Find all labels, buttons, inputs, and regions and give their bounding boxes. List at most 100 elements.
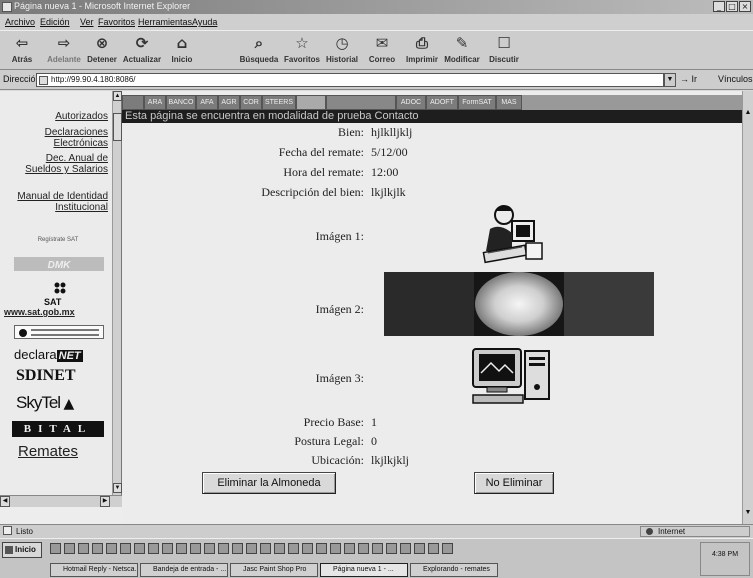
sidebar-scroll-thumb[interactable] [113,113,122,141]
search-button[interactable]: ⌕ Búsqueda [234,33,284,69]
quicklaunch-icon[interactable] [50,543,61,554]
menu-edicion[interactable]: Edición [40,17,70,27]
quicklaunch-icon[interactable] [260,543,271,554]
go-button[interactable]: → Ir [680,74,697,84]
quicklaunch-icon[interactable] [162,543,173,554]
skytel-logo[interactable]: SkyTel ▲ [16,393,74,413]
sidebar-vertical-scrollbar[interactable]: ▲ ▼ [112,91,122,507]
quicklaunch-icon[interactable] [442,543,453,554]
nav-tab[interactable]: FormSAT [458,95,496,110]
nav-tab[interactable] [296,95,326,110]
nav-tab[interactable]: AFA [196,95,218,110]
forward-button[interactable]: ⇨ Adelante [44,33,84,69]
sidebar-link-declaraciones[interactable]: Declaraciones Electrónicas [8,127,108,149]
close-button[interactable]: × [739,1,751,12]
quicklaunch-icon[interactable] [120,543,131,554]
quicklaunch-icon[interactable] [344,543,355,554]
menu-herramientas[interactable]: Herramientas [138,17,192,27]
minimize-button[interactable]: _ [713,1,725,12]
nav-tab[interactable]: ADOC [396,95,426,110]
maximize-button[interactable]: □ [726,1,738,12]
quicklaunch-icon[interactable] [386,543,397,554]
quicklaunch-icon[interactable] [302,543,313,554]
nav-tab[interactable]: ADOFT [426,95,458,110]
discuss-button[interactable]: ☐ Discutir [484,33,524,69]
sidebar-horizontal-scrollbar[interactable]: ◀ ▶ [0,495,122,507]
quicklaunch-icon[interactable] [78,543,89,554]
quicklaunch-icon[interactable] [204,543,215,554]
menu-archivo[interactable]: Archivo [5,17,35,27]
quicklaunch-icon[interactable] [92,543,103,554]
quicklaunch-icon[interactable] [316,543,327,554]
main-vertical-scrollbar[interactable]: ▲ ▼ [742,91,753,524]
quicklaunch-icon[interactable] [134,543,145,554]
taskbar-item-bandeja[interactable]: Bandeja de entrada - ... [140,563,228,577]
start-button[interactable]: Inicio [2,542,42,558]
favorites-button[interactable]: ☆ Favoritos [282,33,322,69]
sidebar-link-manual[interactable]: Manual de Identidad Institucional [8,191,108,213]
quicklaunch-icon[interactable] [176,543,187,554]
sidebar-link-autorizados[interactable]: Autorizados [55,111,108,122]
quicklaunch-icon[interactable] [400,543,411,554]
back-button[interactable]: ⇦ Atrás [2,33,42,69]
taskbar-item-hotmail[interactable]: Hotmail Reply - Netsca... [50,563,138,577]
history-button[interactable]: ◷ Historial [322,33,362,69]
ie-icon[interactable] [2,2,12,12]
menu-ayuda[interactable]: Ayuda [192,17,217,27]
dmk-logo[interactable]: DMK [14,257,104,271]
quicklaunch-icon[interactable] [190,543,201,554]
main-scroll-down-arrow-icon[interactable]: ▼ [743,509,753,519]
secretaria-logo[interactable] [14,325,104,339]
print-button[interactable]: ⎙ Imprimir [402,33,442,69]
quicklaunch-icon[interactable] [148,543,159,554]
nav-tab[interactable]: AGR [218,95,240,110]
stop-button[interactable]: ⊗ Detener [82,33,122,69]
sidebar-link-dec-anual[interactable]: Dec. Anual de Sueldos y Salarios [8,153,108,175]
quicklaunch-icon[interactable] [414,543,425,554]
sdinet-logo[interactable]: SDINET [16,367,76,385]
eliminar-almoneda-button[interactable]: Eliminar la Almoneda [202,472,336,494]
quicklaunch-icon[interactable] [358,543,369,554]
taskbar-item-pagina-nueva[interactable]: Página nueva 1 - ... [320,563,408,577]
quicklaunch-icon[interactable] [106,543,117,554]
quicklaunch-icon[interactable] [372,543,383,554]
sat-url-link[interactable]: www.sat.gob.mx [4,307,75,317]
scroll-up-arrow-icon[interactable]: ▲ [113,91,122,101]
remates-link[interactable]: Remates [18,443,78,460]
address-dropdown-button[interactable]: ▼ [664,73,676,87]
menu-ver[interactable]: Ver [80,17,94,27]
home-button[interactable]: ⌂ Inicio [162,33,202,69]
scroll-right-arrow-icon[interactable]: ▶ [100,496,110,507]
nav-tab[interactable]: ARA [144,95,166,110]
scroll-down-arrow-icon[interactable]: ▼ [113,483,122,493]
declaranet-logo[interactable]: declara NET [14,347,83,362]
address-input[interactable]: http://99.90.4.180:8086/ [36,73,664,87]
menu-favoritos[interactable]: Favoritos [98,17,135,27]
quicklaunch-icon[interactable] [330,543,341,554]
refresh-button[interactable]: ⟳ Actualizar [122,33,162,69]
quicklaunch-icon[interactable] [428,543,439,554]
nav-tab[interactable] [122,95,144,110]
taskbar-item-explorando[interactable]: Explorando - remates [410,563,498,577]
quicklaunch-icon[interactable] [64,543,75,554]
quicklaunch-icon[interactable] [288,543,299,554]
quicklaunch-icon[interactable] [232,543,243,554]
links-button[interactable]: Vínculos [718,74,753,84]
quicklaunch-icon[interactable] [218,543,229,554]
no-eliminar-button[interactable]: No Eliminar [474,472,554,494]
nav-tab[interactable]: BANCO [166,95,196,110]
quicklaunch-icon[interactable] [274,543,285,554]
main-scroll-up-arrow-icon[interactable]: ▲ [743,109,753,119]
taskbar-item-paintshop[interactable]: Jasc Paint Shop Pro [230,563,318,577]
register-sat-link[interactable]: Regístrate SAT [8,237,108,243]
mail-button[interactable]: ✉ Correo [362,33,402,69]
nav-tab[interactable] [326,95,396,110]
nav-tab[interactable]: COR [240,95,262,110]
bital-logo[interactable]: BITAL [12,421,104,437]
nav-tab[interactable]: STEERS [262,95,296,110]
scroll-left-arrow-icon[interactable]: ◀ [0,496,10,507]
clock[interactable]: 4:38 PM [712,551,738,558]
nav-tab[interactable]: MAS [496,95,522,110]
edit-button[interactable]: ✎ Modificar [442,33,482,69]
quicklaunch-icon[interactable] [246,543,257,554]
